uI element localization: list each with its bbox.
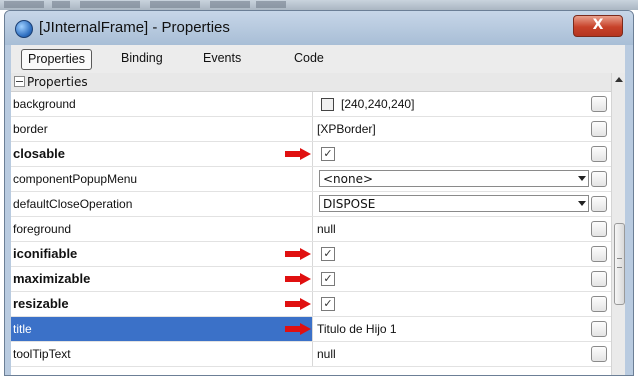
chevron-down-icon[interactable] (578, 176, 586, 181)
tab-bar: Properties Binding Events Code (11, 45, 625, 74)
close-button[interactable]: X (573, 15, 623, 37)
property-row-border[interactable]: border [XPBorder] (11, 117, 611, 142)
property-value[interactable]: [XPBorder] (317, 117, 376, 141)
ellipsis-icon[interactable] (591, 246, 607, 262)
property-row-tooltiptext[interactable]: toolTipText null (11, 342, 611, 367)
ellipsis-icon[interactable] (591, 271, 607, 287)
checkbox[interactable]: ✓ (321, 272, 335, 286)
ellipsis-icon[interactable] (591, 221, 607, 237)
property-row-resizable[interactable]: resizable ✓ (11, 292, 611, 317)
ellipsis-icon[interactable] (591, 146, 607, 162)
red-arrow-icon (285, 298, 311, 310)
checkbox[interactable]: ✓ (321, 297, 335, 311)
property-row-closable[interactable]: closable ✓ (11, 142, 611, 167)
background-toolbar-strip (0, 0, 638, 10)
section-header-properties[interactable]: Properties (11, 73, 611, 92)
property-name: resizable (11, 292, 313, 316)
window-client-area: Properties Binding Events Code Propertie… (11, 45, 625, 375)
dropdown-select[interactable]: DISPOSE (319, 195, 589, 212)
tab-code[interactable]: Code (288, 49, 330, 68)
property-value[interactable]: null (317, 342, 336, 366)
property-name: foreground (11, 217, 313, 241)
property-row-componentpopupmenu[interactable]: componentPopupMenu <none> (11, 167, 611, 192)
property-name: border (11, 117, 313, 141)
ellipsis-icon[interactable] (591, 96, 607, 112)
ellipsis-icon[interactable] (591, 296, 607, 312)
red-arrow-icon (285, 323, 311, 335)
property-row-title[interactable]: title Titulo de Hijo 1 (11, 317, 611, 342)
color-swatch-icon (321, 98, 334, 111)
tab-binding[interactable]: Binding (115, 49, 169, 68)
property-row-background[interactable]: background [240,240,240] (11, 92, 611, 117)
checkbox[interactable]: ✓ (321, 247, 335, 261)
dropdown-value: DISPOSE (323, 197, 376, 211)
property-row-iconifiable[interactable]: iconifiable ✓ (11, 242, 611, 267)
ellipsis-icon[interactable] (591, 196, 607, 212)
property-name: closable (11, 142, 313, 166)
property-value[interactable]: Titulo de Hijo 1 (317, 317, 397, 341)
window-title: [JInternalFrame] - Properties (39, 19, 230, 36)
title-bar[interactable]: [JInternalFrame] - Properties X (5, 11, 633, 45)
property-row-defaultcloseoperation[interactable]: defaultCloseOperation DISPOSE (11, 192, 611, 217)
collapse-icon[interactable] (14, 76, 25, 87)
property-name: iconifiable (11, 242, 313, 266)
property-row-foreground[interactable]: foreground null (11, 217, 611, 242)
property-value[interactable]: [240,240,240] (341, 92, 414, 116)
property-name: title (11, 317, 313, 341)
chevron-down-icon[interactable] (578, 201, 586, 206)
dropdown-value: <none> (323, 172, 374, 186)
section-label: Properties (27, 75, 88, 89)
property-name: componentPopupMenu (11, 167, 313, 191)
ellipsis-icon[interactable] (591, 121, 607, 137)
scrollbar-thumb[interactable] (614, 223, 625, 305)
red-arrow-icon (285, 148, 311, 160)
properties-window: [JInternalFrame] - Properties X Properti… (4, 10, 634, 376)
app-icon (15, 20, 33, 38)
property-name: background (11, 92, 313, 116)
checkbox[interactable]: ✓ (321, 147, 335, 161)
ellipsis-icon[interactable] (591, 321, 607, 337)
scroll-up-icon[interactable] (615, 77, 623, 82)
property-row-maximizable[interactable]: maximizable ✓ (11, 267, 611, 292)
ellipsis-icon[interactable] (591, 171, 607, 187)
red-arrow-icon (285, 273, 311, 285)
tab-properties[interactable]: Properties (21, 49, 92, 70)
ellipsis-icon[interactable] (591, 346, 607, 362)
dropdown-select[interactable]: <none> (319, 170, 589, 187)
red-arrow-icon (285, 248, 311, 260)
property-name: defaultCloseOperation (11, 192, 313, 216)
property-name: toolTipText (11, 342, 313, 366)
property-value[interactable]: null (317, 217, 336, 241)
property-sheet: Properties background [240,240,240] bord… (11, 73, 625, 375)
property-name: maximizable (11, 267, 313, 291)
vertical-scrollbar[interactable] (611, 73, 625, 375)
tab-events[interactable]: Events (197, 49, 247, 68)
